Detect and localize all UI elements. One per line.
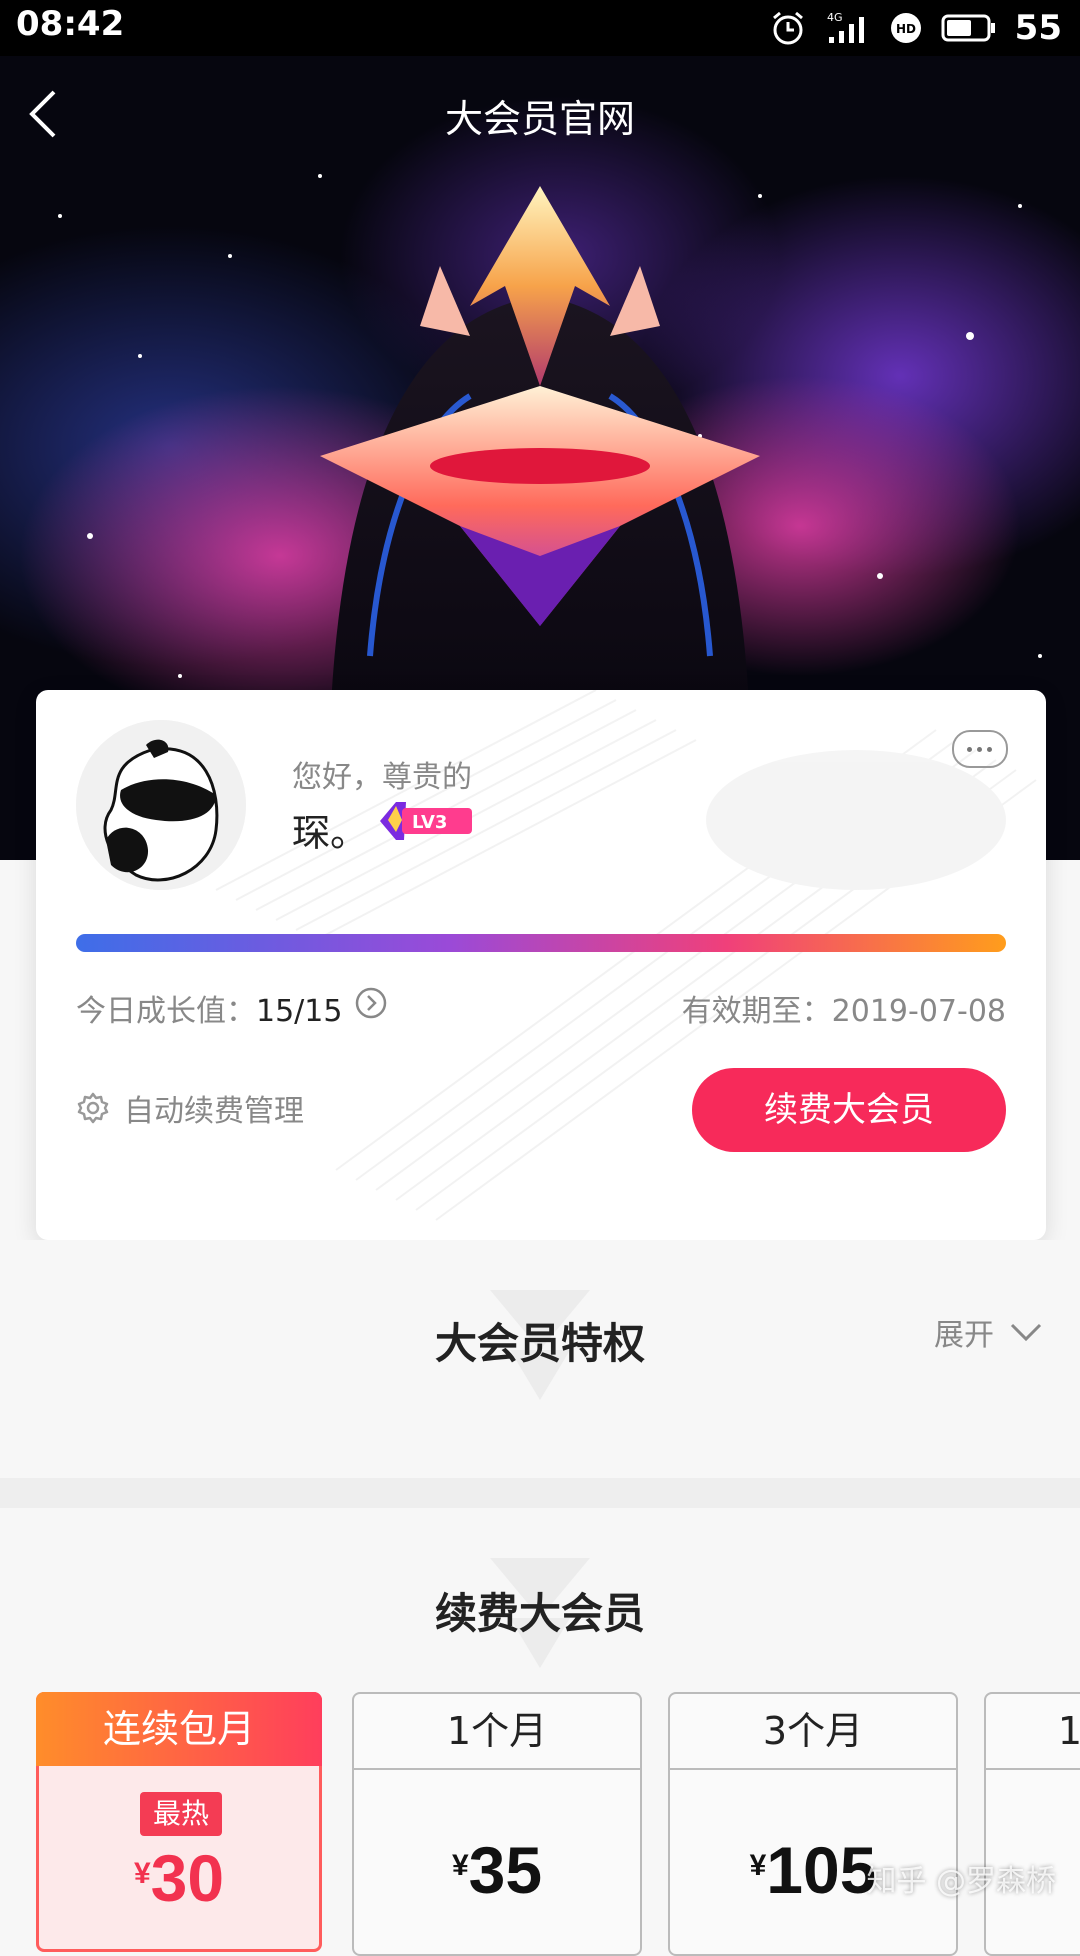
growth-value-row[interactable]: 今日成长值：15/15 (76, 986, 342, 1030)
section-divider (0, 1478, 1080, 1508)
svg-text:HD: HD (896, 22, 916, 36)
plan-price: ¥30 (36, 1840, 322, 1916)
page-title: 大会员官网 (444, 97, 635, 141)
level-badge-text: LV3 (412, 812, 447, 833)
more-dot (977, 747, 982, 752)
expiry-label: 有效期至： (681, 994, 832, 1029)
chevron-down-icon (1010, 1323, 1042, 1342)
auto-renew-label: 自动续费管理 (124, 1094, 304, 1129)
expiry-value: 2019-07-08 (831, 994, 1006, 1029)
status-icons: 4G HD 55 (769, 6, 1062, 50)
expiry-date: 有效期至：2019-07-08 (682, 986, 1006, 1030)
gear-icon (77, 1092, 109, 1124)
hd-icon: HD (889, 11, 923, 45)
currency-symbol: ¥ (133, 1857, 151, 1890)
status-time: 08:42 (16, 4, 125, 44)
currency-symbol: ¥ (749, 1849, 767, 1882)
status-bar: 08:42 4G HD 55 (0, 0, 1080, 56)
greeting-text: 您好，尊贵的 (292, 760, 472, 795)
growth-value: 15/15 (256, 994, 343, 1029)
plan-name: 1个月 (354, 1694, 640, 1770)
plan-name: 1 (986, 1694, 1080, 1770)
privileges-section: 大会员特权 (0, 1240, 1080, 1480)
panda-avatar-image (76, 720, 246, 890)
privileges-title: 大会员特权 (434, 1319, 645, 1368)
battery-level: 55 (1014, 8, 1062, 48)
alarm-icon (769, 9, 807, 47)
plan-card-monthly-auto[interactable]: 连续包月 最热 ¥30 (36, 1692, 322, 1952)
network-type: 4G (827, 11, 843, 24)
growth-label: 今日成长值： (76, 994, 256, 1029)
price-value: 30 (150, 1841, 225, 1915)
more-dot (967, 747, 972, 752)
renew-membership-button[interactable]: 续费大会员 (692, 1068, 1006, 1152)
member-card: 您好，尊贵的 琛。 LV3 今日成长值：15/15 有效期至：2019-07-0… (36, 690, 1046, 1240)
plan-price: ¥35 (354, 1832, 640, 1908)
chevron-right-circle-icon[interactable] (354, 986, 388, 1020)
expand-button[interactable]: 展开 (934, 1310, 1044, 1354)
expand-label: 展开 (934, 1318, 994, 1353)
watermark: 知乎 @罗森桥 (866, 1864, 1056, 1899)
hot-badge: 最热 (140, 1792, 222, 1836)
renew-section-title: 续费大会员 (434, 1589, 645, 1638)
nav-bar: 大会员官网 (0, 56, 1080, 166)
price-value: 35 (468, 1833, 543, 1907)
plan-name: 3个月 (670, 1694, 956, 1770)
plan-card-1-month[interactable]: 1个月 ¥35 (352, 1692, 642, 1956)
plan-card-partial[interactable]: 1 (984, 1692, 1080, 1956)
username: 琛。 (292, 811, 369, 855)
signal-icon: 4G (825, 9, 871, 47)
level-badge: LV3 (376, 796, 476, 846)
growth-progress-bar (76, 934, 1006, 952)
avatar[interactable] (76, 720, 246, 890)
auto-renew-management[interactable]: 自动续费管理 (76, 1086, 304, 1130)
battery-icon (941, 13, 997, 43)
currency-symbol: ¥ (451, 1849, 469, 1882)
price-value: 105 (766, 1833, 877, 1907)
more-dot (987, 747, 992, 752)
more-options-button[interactable] (952, 730, 1008, 768)
plan-card-3-months[interactable]: 3个月 ¥105 (668, 1692, 958, 1956)
plan-name: 连续包月 (36, 1692, 322, 1766)
